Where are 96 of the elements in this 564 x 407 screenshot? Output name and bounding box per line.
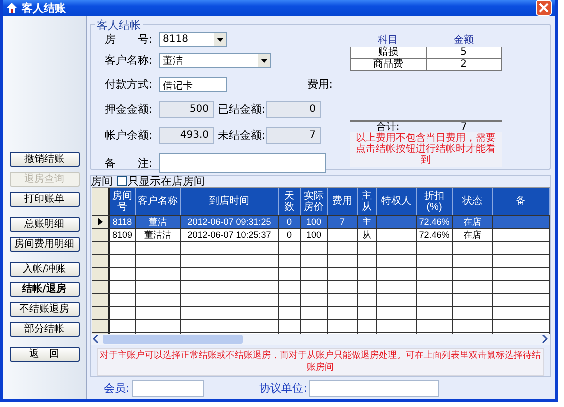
- room-combo[interactable]: 8118: [159, 32, 227, 47]
- action-button[interactable]: 返 回: [10, 347, 80, 362]
- field-label: 协议单位:: [260, 380, 308, 396]
- company-field[interactable]: [309, 380, 440, 396]
- action-button[interactable]: 房间费用明细: [10, 237, 80, 252]
- field-label: 备 注:: [104, 156, 154, 170]
- column-header: 金额: [453, 35, 475, 47]
- payment-field[interactable]: 借记卡: [159, 77, 227, 92]
- column-header[interactable]: 到店时间: [181, 188, 279, 215]
- table-cell: 在店: [453, 229, 493, 241]
- customer-combo[interactable]: 董洁: [159, 53, 271, 68]
- settled-field: 0: [266, 101, 321, 118]
- horizontal-scrollbar[interactable]: [91, 334, 550, 345]
- section-label: 房间: [91, 174, 113, 188]
- table-cell: 8118: [110, 216, 136, 228]
- table-cell-text: 商品费: [372, 59, 404, 70]
- action-button[interactable]: 结帐/退房: [10, 282, 80, 297]
- table-cell: 72.46%: [417, 229, 453, 241]
- table-row[interactable]: 8118 董洁 2012-06-07 09:31:25 0 100 7 主 72.46% 在店: [92, 216, 550, 229]
- action-button[interactable]: 总账明细: [10, 217, 80, 232]
- group-title: 客人结帐: [95, 18, 143, 33]
- table-cell: 5: [426, 47, 501, 58]
- row-header: [92, 294, 110, 306]
- table-cell: 2012-06-07 09:31:25: [181, 216, 279, 228]
- table-cell: 董洁: [136, 216, 181, 228]
- field-label: 客户名称:: [104, 53, 154, 68]
- action-button[interactable]: 打印账单: [10, 192, 80, 207]
- field-label: 已结金额:: [217, 102, 266, 117]
- scroll-thumb[interactable]: [103, 334, 243, 344]
- dropdown-button[interactable]: [214, 33, 226, 46]
- table-cell: 0: [279, 229, 301, 241]
- table-cell: 董洁洁: [136, 229, 181, 241]
- close-icon: [539, 3, 549, 13]
- house-icon: [6, 2, 18, 14]
- column-header: 科目: [377, 35, 399, 46]
- window-title: 客人结账: [22, 0, 66, 16]
- rooms-note: 对于主账户可以选择正常结账或不结账退房，而对于从账户只能做退房处理。可在上面列表里双击鼠标选择待结账房间: [97, 348, 544, 376]
- total-label: 合计:: [376, 122, 401, 132]
- field-label: 费用:: [307, 77, 333, 92]
- field-label: 房 号:: [104, 32, 154, 47]
- column-header[interactable]: 折扣(%): [417, 188, 453, 215]
- column-header[interactable]: 客户名称: [136, 188, 181, 215]
- checkbox-label[interactable]: 只显示在店房间: [128, 174, 205, 188]
- checkbox[interactable]: [117, 176, 127, 186]
- table-cell: 72.46%: [417, 216, 453, 228]
- action-button[interactable]: 入帐/冲账: [10, 262, 80, 277]
- table-cell: 100: [301, 216, 328, 228]
- column-header[interactable]: 费用: [328, 188, 358, 215]
- field-label: 押金金额:: [104, 102, 154, 117]
- column-header[interactable]: 房间号: [110, 188, 136, 215]
- field-label: 会员:: [104, 380, 130, 396]
- field-label: 付款方式:: [104, 77, 154, 92]
- field-label: 未结金额:: [217, 128, 266, 143]
- row-header: [92, 281, 110, 293]
- table-cell: 8109: [110, 229, 136, 241]
- table-cell: 2012-06-07 10:25:37: [181, 229, 279, 241]
- column-header[interactable]: 状态: [453, 188, 493, 215]
- row-header: [92, 320, 110, 332]
- remark-field[interactable]: [159, 153, 326, 173]
- table-cell: 100: [301, 229, 328, 241]
- table-row[interactable]: 8109 董洁洁 2012-06-07 10:25:37 0 100 从 72.46% 在店: [92, 229, 550, 242]
- action-button[interactable]: 部分结帐: [10, 322, 80, 337]
- cost-note: 以上费用不包含当日费用，需要点击结帐按钮进行结帐时才能看到: [350, 132, 502, 167]
- row-header: [92, 268, 110, 280]
- caret-icon: [216, 38, 224, 42]
- deposit-field: 500: [159, 101, 214, 118]
- row-header[interactable]: [92, 229, 110, 241]
- table-cell: 2: [426, 59, 501, 70]
- caret-icon: [260, 58, 268, 62]
- column-header[interactable]: 备: [493, 188, 550, 215]
- table-cell: 主: [358, 216, 377, 228]
- table-cell: 在店: [453, 216, 493, 228]
- combo-value: 董洁: [163, 54, 183, 68]
- table-cell-text: 赔损: [377, 47, 400, 58]
- member-field[interactable]: [132, 380, 204, 396]
- unsettled-field: 7: [266, 127, 321, 144]
- close-button[interactable]: [536, 0, 552, 16]
- table-cell: 7: [328, 216, 358, 228]
- table-cell: 0: [279, 216, 301, 228]
- table-cell: 从: [358, 229, 377, 241]
- row-header[interactable]: [92, 216, 110, 228]
- field-label: 帐户余额:: [104, 128, 154, 143]
- column-header[interactable]: 天数: [279, 188, 301, 215]
- row-header: [92, 255, 110, 267]
- column-header[interactable]: 实际房价: [301, 188, 328, 215]
- combo-value: 8118: [163, 34, 188, 45]
- column-header[interactable]: 主从: [358, 188, 377, 215]
- dropdown-button[interactable]: [258, 54, 270, 67]
- row-header: [92, 242, 110, 254]
- total-value: 7: [460, 122, 468, 132]
- row-header: [92, 307, 110, 319]
- action-button[interactable]: 撤销结账: [10, 152, 80, 167]
- balance-field: 493.0: [159, 127, 214, 144]
- action-button[interactable]: 不结账退房: [10, 302, 80, 317]
- row-pointer-icon: [98, 218, 102, 226]
- column-header[interactable]: 特权人: [377, 188, 417, 215]
